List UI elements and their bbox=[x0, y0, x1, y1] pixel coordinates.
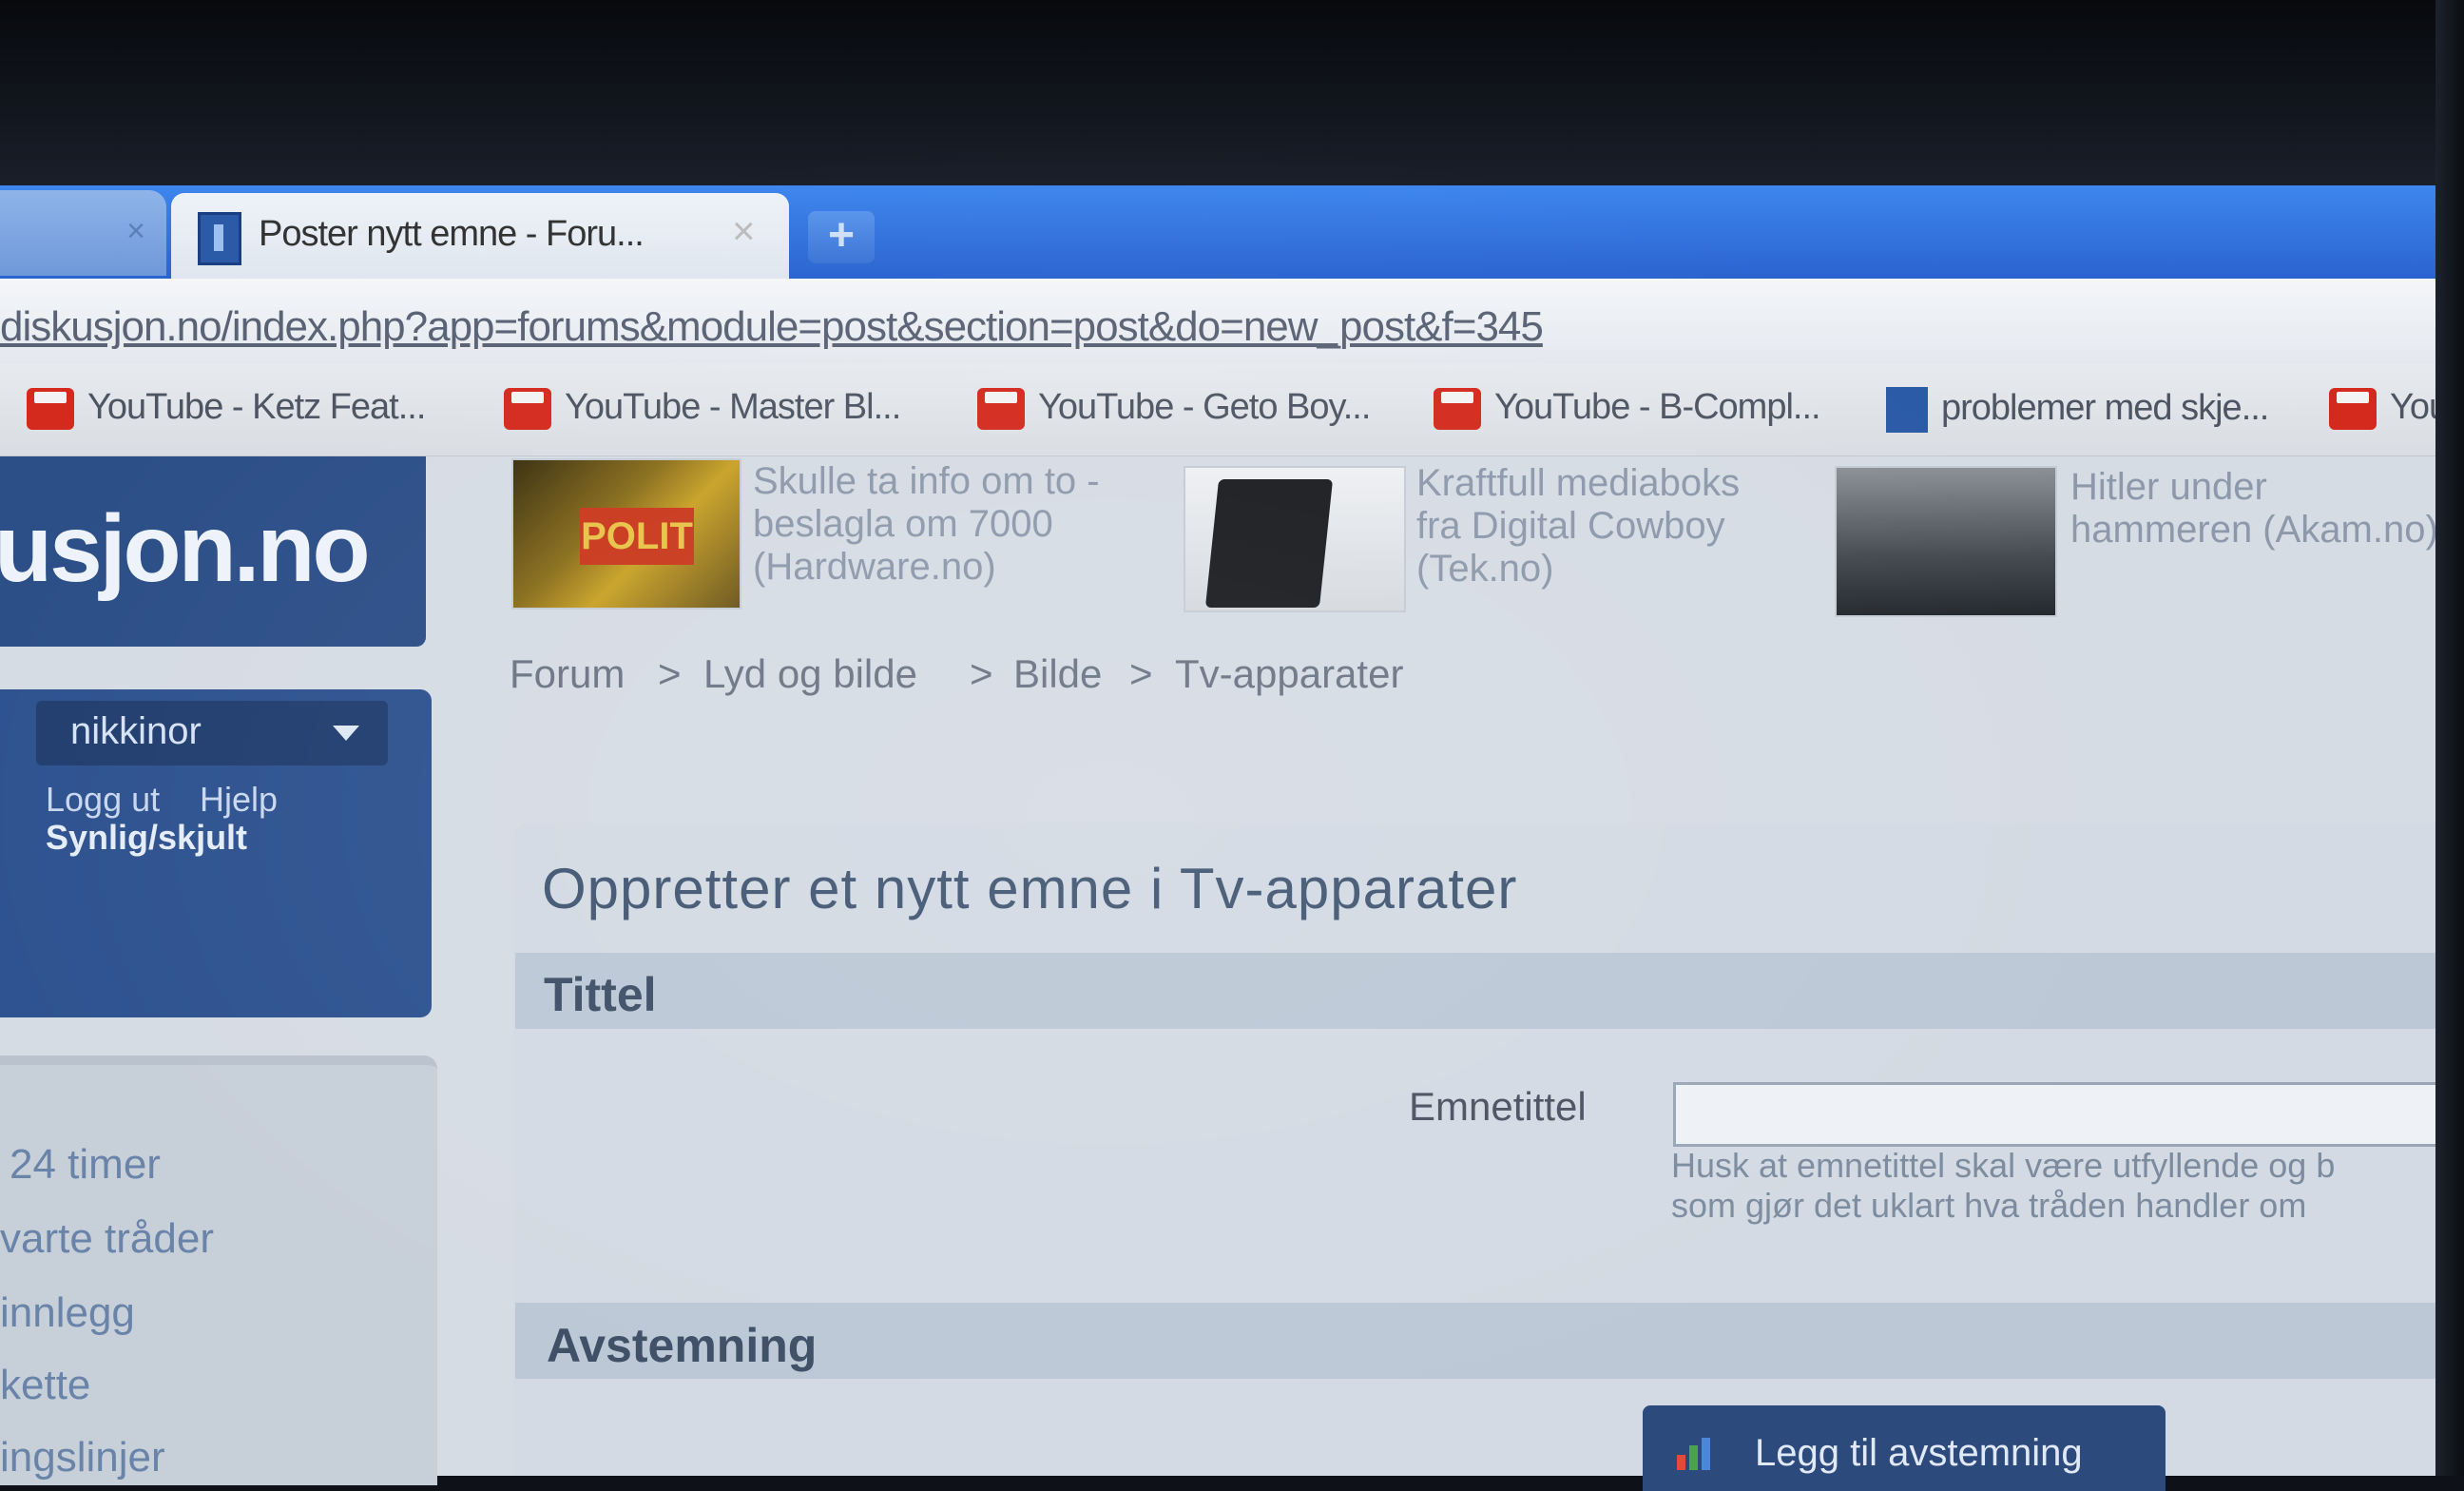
section-title-avstemning: Avstemning bbox=[547, 1319, 818, 1372]
monitor-bezel-right bbox=[2435, 0, 2464, 1476]
breadcrumb-separator: > bbox=[658, 651, 682, 696]
logo-text: usjon.no bbox=[0, 495, 371, 602]
bookmark-item[interactable]: YouTube - Geto Boy... bbox=[977, 387, 1371, 430]
user-menu-dropdown[interactable]: nikkinor bbox=[36, 701, 388, 765]
media-box-image bbox=[1204, 479, 1334, 608]
hint-text: Husk at emnetittel skal være utfyllende … bbox=[1671, 1146, 2336, 1185]
visibility-toggle-link[interactable]: Synlig/skjult bbox=[46, 818, 247, 858]
new-tab-button[interactable]: + bbox=[808, 211, 875, 263]
news-item[interactable]: Skulle ta info om to - beslagla om 7000 … bbox=[753, 460, 1100, 589]
close-icon[interactable]: × bbox=[732, 208, 756, 254]
youtube-icon bbox=[977, 387, 1025, 430]
breadcrumb-item[interactable]: Bilde bbox=[1013, 651, 1102, 697]
breadcrumb-item[interactable]: Lyd og bilde bbox=[703, 651, 917, 697]
news-thumbnail[interactable] bbox=[1835, 466, 2057, 617]
section-header bbox=[515, 953, 2464, 1029]
youtube-icon bbox=[1434, 387, 1481, 430]
sidebar-item[interactable]: innlegg bbox=[0, 1289, 135, 1337]
tab-title: Poster nytt emne - Foru... bbox=[259, 214, 645, 254]
bookmark-item[interactable]: YouTube - B-Compl... bbox=[1434, 387, 1821, 430]
bookmark-item[interactable]: YouTube - Ketz Feat... bbox=[27, 387, 426, 430]
hint-text: som gjør det uklart hva tråden handler o… bbox=[1671, 1186, 2307, 1225]
news-item[interactable]: Kraftfull mediaboks fra Digital Cowboy (… bbox=[1416, 462, 1740, 591]
site-logo[interactable]: usjon.no bbox=[0, 456, 426, 647]
sidebar-item[interactable]: kette bbox=[0, 1362, 90, 1409]
bookmark-item[interactable]: YouTube - Master Bl... bbox=[504, 387, 901, 430]
breadcrumb-item[interactable]: Tv-apparater bbox=[1175, 651, 1403, 697]
logout-link[interactable]: Logg ut bbox=[46, 780, 160, 820]
youtube-icon bbox=[504, 387, 551, 430]
section-title-tittel: Tittel bbox=[544, 968, 657, 1021]
topic-title-label: Emnetittel bbox=[1409, 1084, 1587, 1129]
add-poll-label: Legg til avstemning bbox=[1755, 1432, 2083, 1474]
username: nikkinor bbox=[70, 710, 202, 752]
breadcrumb-separator: > bbox=[970, 651, 993, 696]
topic-title-input[interactable] bbox=[1673, 1082, 2464, 1147]
sidebar-item[interactable]: varte tråder bbox=[0, 1215, 214, 1263]
news-thumbnail[interactable]: POLIT bbox=[511, 458, 741, 610]
monitor-bezel bbox=[0, 0, 2464, 190]
youtube-icon bbox=[2329, 387, 2377, 430]
breadcrumb-separator: > bbox=[1129, 651, 1153, 696]
page-title: Oppretter et nytt emne i Tv-apparater bbox=[542, 857, 1518, 920]
help-link[interactable]: Hjelp bbox=[200, 780, 278, 820]
url-text[interactable]: diskusjon.no/index.php?app=forums&module… bbox=[0, 303, 1544, 351]
address-bar[interactable]: diskusjon.no/index.php?app=forums&module… bbox=[0, 279, 2464, 366]
forum-favicon-icon bbox=[198, 212, 241, 265]
bookmarks-bar: YouTube - Ketz Feat... YouTube - Master … bbox=[0, 364, 2464, 457]
tab-active[interactable]: Poster nytt emne - Foru... × bbox=[171, 193, 789, 281]
youtube-icon bbox=[27, 387, 74, 430]
close-icon[interactable]: × bbox=[126, 213, 145, 250]
chevron-down-icon bbox=[333, 726, 359, 741]
sidebar-item[interactable]: 24 timer bbox=[10, 1141, 161, 1189]
sidebar-item[interactable]: ingslinjer bbox=[0, 1434, 165, 1481]
add-poll-button[interactable]: Legg til avstemning bbox=[1643, 1405, 2166, 1491]
news-item[interactable]: Hitler under hammeren (Akam.no) bbox=[2070, 466, 2438, 552]
bookmark-item[interactable]: problemer med skje... bbox=[1886, 387, 2269, 433]
police-car-sign: POLIT bbox=[580, 508, 694, 565]
news-thumbnail[interactable] bbox=[1184, 466, 1406, 612]
forum-icon bbox=[1886, 387, 1928, 433]
poll-chart-icon bbox=[1677, 1438, 1710, 1470]
breadcrumb-item[interactable]: Forum bbox=[510, 651, 625, 697]
user-panel: nikkinor Logg ut Hjelp Synlig/skjult bbox=[0, 689, 432, 1017]
tab-inactive[interactable]: × bbox=[0, 190, 166, 276]
sidebar-nav: 24 timer varte tråder innlegg kette ings… bbox=[0, 1055, 437, 1485]
